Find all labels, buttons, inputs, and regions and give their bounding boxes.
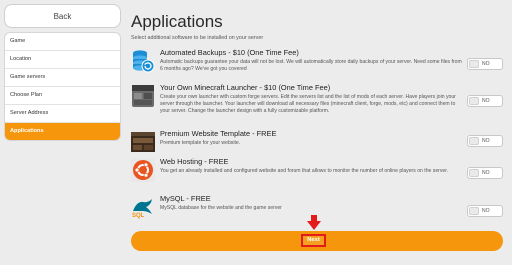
mysql-icon: SQL <box>132 199 152 219</box>
svg-text:SQL: SQL <box>132 213 145 219</box>
toggle-knob <box>469 97 479 105</box>
premium-website-template-toggle[interactable]: NO <box>467 135 503 147</box>
website-template-icon <box>131 132 155 152</box>
sidebar-item-server-address[interactable]: Server Address <box>5 105 120 123</box>
next-button[interactable]: Next <box>301 234 326 247</box>
app-name: Your Own Minecraft Launcher - $10 (One T… <box>160 83 331 92</box>
back-button[interactable]: Back <box>4 4 121 28</box>
minecraft-launcher-toggle[interactable]: NO <box>467 95 503 107</box>
app-premium-website-template: Premium Website Template - FREE Premium … <box>131 129 503 153</box>
database-backup-icon <box>133 50 155 73</box>
toggle-knob <box>469 169 479 177</box>
launcher-icon <box>132 85 154 107</box>
app-description: Automatic backups guarantee your data wi… <box>160 59 462 72</box>
arrow-down-icon <box>307 215 321 230</box>
app-automated-backups: Automated Backups - $10 (One Time Fee) A… <box>131 48 503 78</box>
toggle-knob <box>469 60 479 68</box>
toggle-label: NO <box>482 170 490 176</box>
toggle-label: NO <box>482 61 490 67</box>
toggle-label: NO <box>482 208 490 214</box>
sidebar-item-location[interactable]: Location <box>5 51 120 69</box>
page-subtitle: Select additional software to be install… <box>131 35 264 41</box>
toggle-knob <box>469 137 479 145</box>
automated-backups-toggle[interactable]: NO <box>467 58 503 70</box>
app-minecraft-launcher: Your Own Minecraft Launcher - $10 (One T… <box>131 83 503 123</box>
main-content: Applications Select additional software … <box>131 0 509 219</box>
toggle-label: NO <box>482 98 490 104</box>
mysql-toggle[interactable]: NO <box>467 205 503 217</box>
sidebar: Back Game Location Game servers Choose P… <box>4 4 121 141</box>
app-description: Premium template for your website. <box>160 140 241 146</box>
app-web-hosting: Web Hosting - FREE You get an already in… <box>131 157 503 189</box>
app-description: MySQL database for the website and the g… <box>160 205 282 211</box>
next-bar[interactable]: Next <box>131 231 503 251</box>
web-hosting-toggle[interactable]: NO <box>467 167 503 179</box>
sidebar-item-game[interactable]: Game <box>5 33 120 51</box>
sidebar-item-applications[interactable]: Applications <box>5 123 120 140</box>
sidebar-item-choose-plan[interactable]: Choose Plan <box>5 87 120 105</box>
app-description: Create your own launcher with custom for… <box>160 94 456 114</box>
app-name: Automated Backups - $10 (One Time Fee) <box>160 48 299 57</box>
app-description: You get an already installed and configu… <box>160 168 449 174</box>
app-name: MySQL - FREE <box>160 194 211 203</box>
sidebar-item-game-servers[interactable]: Game servers <box>5 69 120 87</box>
toggle-label: NO <box>482 138 490 144</box>
toggle-knob <box>469 207 479 215</box>
app-name: Web Hosting - FREE <box>160 157 229 166</box>
app-name: Premium Website Template - FREE <box>160 129 277 138</box>
ubuntu-icon <box>131 158 155 182</box>
sidebar-steps: Game Location Game servers Choose Plan S… <box>4 32 121 141</box>
page-title: Applications <box>131 12 223 31</box>
